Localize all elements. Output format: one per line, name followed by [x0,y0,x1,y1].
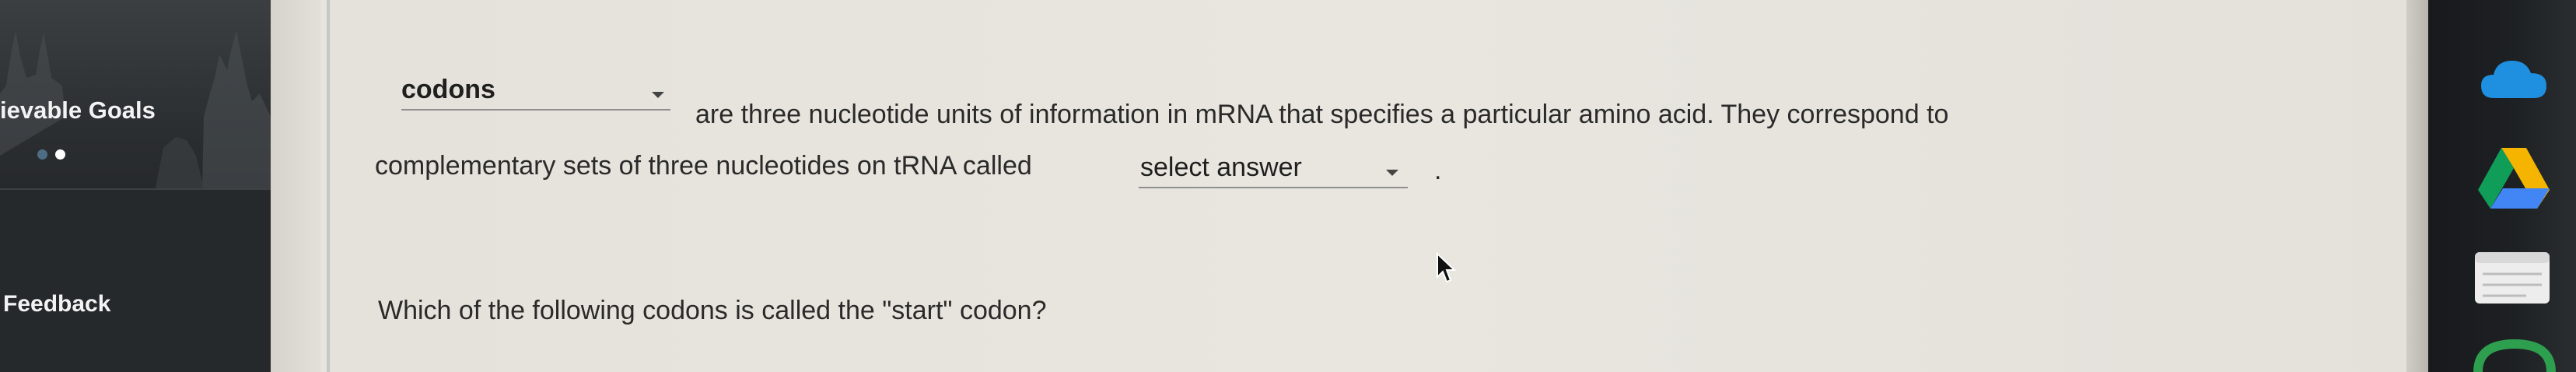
sidebar-divider [0,188,271,190]
sidebar-title: ievable Goals [0,97,156,124]
question-2-text: Which of the following codons is called … [378,296,1047,325]
chevron-down-icon [1386,170,1398,176]
dock-edge [2406,0,2428,372]
sidebar-item-feedback[interactable]: Feedback [3,291,110,318]
carousel-dot[interactable] [37,149,47,160]
drive-icon[interactable] [2476,145,2551,210]
sidebar-hero-banner: ievable Goals [0,0,271,188]
answer-select-1-value: codons [401,75,495,104]
notes-icon[interactable] [2472,249,2553,307]
sentence-period: . [1434,156,1442,185]
question-panel: codons are three nucleotide units of inf… [330,0,2406,372]
answer-select-2[interactable]: select answer [1139,153,1408,188]
circle-app-icon[interactable] [2472,339,2557,372]
sidebar-edge [271,0,320,372]
cloud-icon[interactable] [2476,51,2551,106]
answer-select-1[interactable]: codons [401,75,670,111]
carousel-dot-active[interactable] [55,149,66,160]
app-dock [2428,0,2576,372]
question-1-text-part1: are three nucleotide units of informatio… [695,100,1949,129]
chevron-down-icon [652,92,664,98]
sidebar: ievable Goals Feedback [0,0,271,372]
answer-select-2-value: select answer [1140,153,1302,182]
carousel-dots[interactable] [37,149,70,162]
mouse-cursor-icon [1437,252,1457,283]
question-1-text-part2: complementary sets of three nucleotides … [375,151,1032,181]
